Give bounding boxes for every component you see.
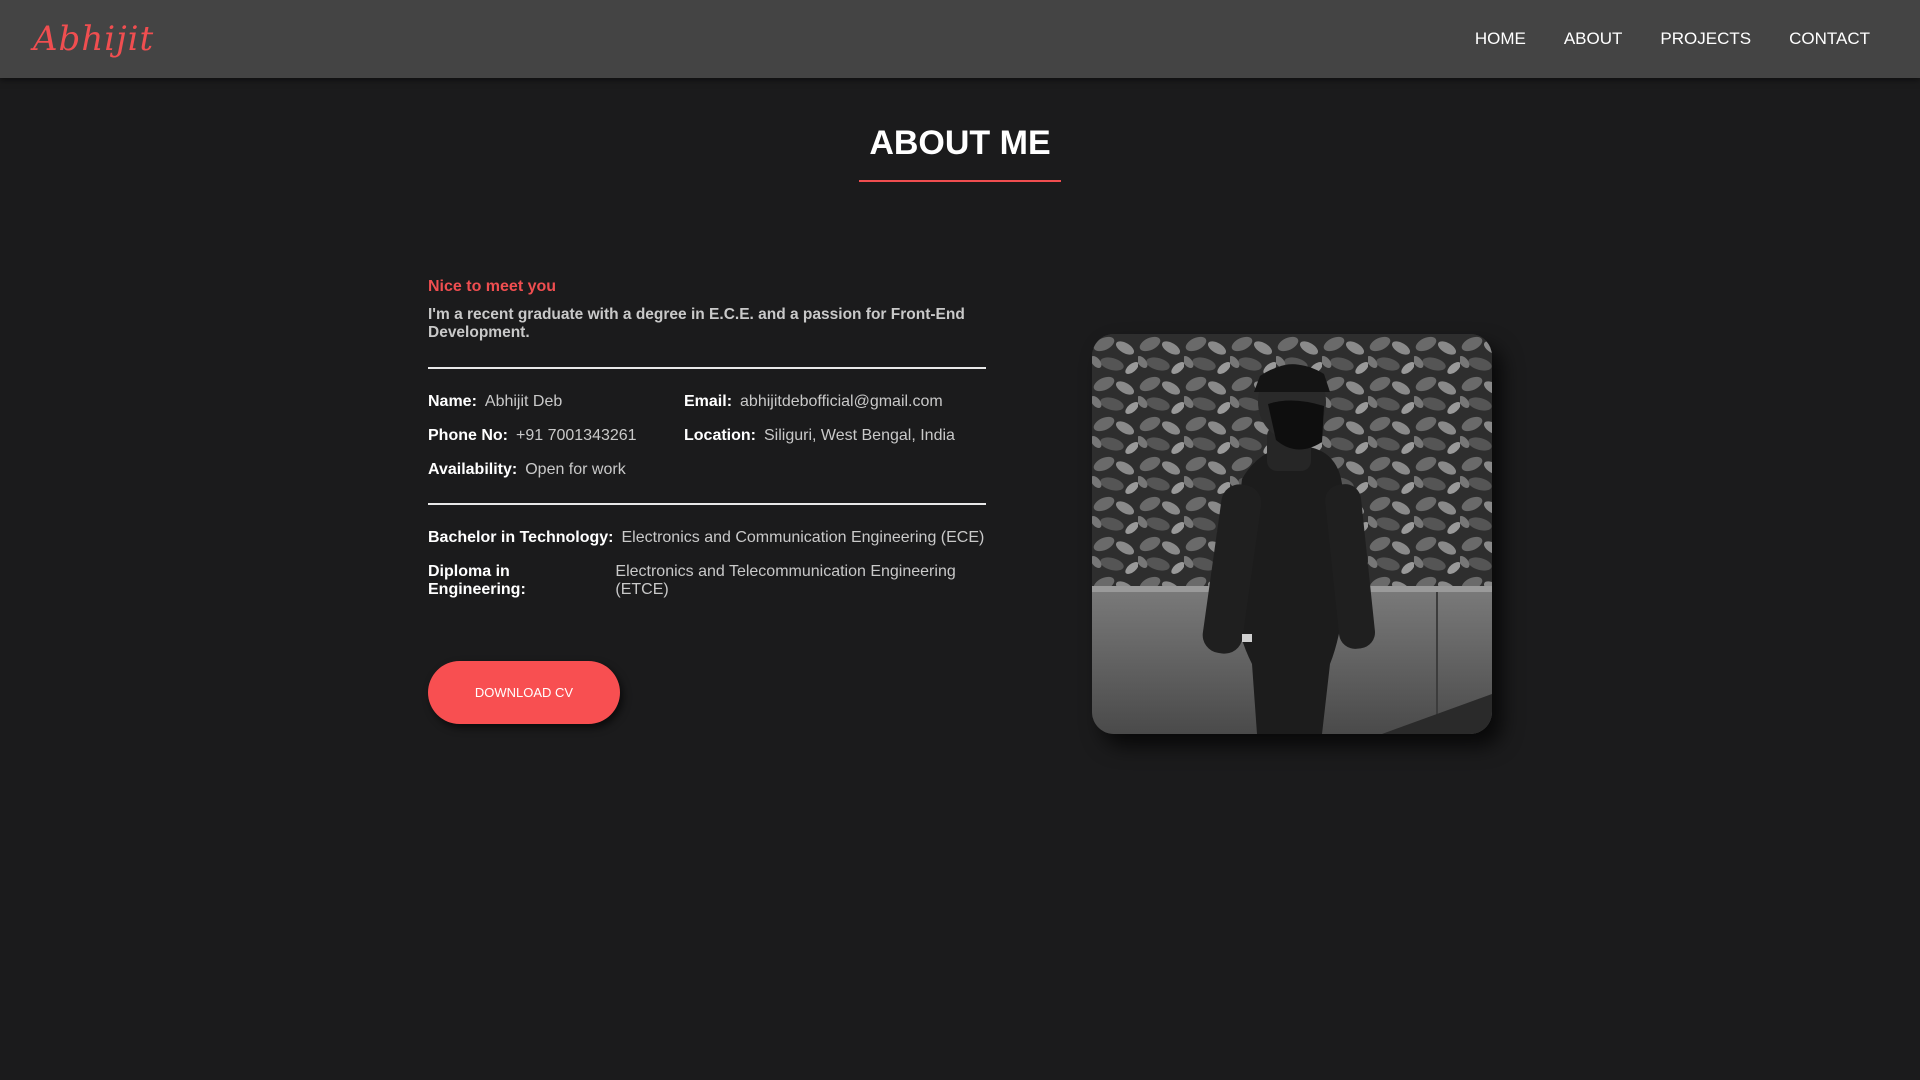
detail-phone: Phone No: +91 7001343261 — [428, 427, 684, 445]
detail-location: Location: Siliguri, West Bengal, India — [684, 427, 986, 445]
detail-label: Availability: — [428, 461, 518, 478]
detail-value: Siliguri, West Bengal, India — [764, 427, 955, 444]
nav-about-link[interactable]: ABOUT — [1564, 29, 1623, 48]
about-info: Nice to meet you I'm a recent graduate w… — [428, 278, 986, 615]
nav-menu: HOME ABOUT PROJECTS CONTACT — [1475, 29, 1870, 49]
nav-contact-link[interactable]: CONTACT — [1789, 29, 1870, 48]
detail-label: Location: — [684, 427, 756, 444]
logo[interactable]: Abhijit — [33, 19, 154, 59]
detail-value: Abhijit Deb — [484, 393, 563, 410]
education-label: Diploma in Engineering: — [428, 563, 526, 598]
education-label: Bachelor in Technology: — [428, 529, 614, 546]
detail-value: +91 7001343261 — [516, 427, 637, 444]
education-value: Electronics and Communication Engineerin… — [621, 529, 985, 546]
personal-details: Name: Abhijit Deb Email: abhijitdebofficia… — [428, 369, 986, 503]
download-cv-button[interactable]: DOWNLOAD CV — [428, 661, 620, 724]
detail-email: Email: abhijitdebofficial@gmail.com — [684, 393, 986, 411]
nav-projects-link[interactable]: PROJECTS — [1660, 29, 1751, 48]
section-title: ABOUT ME — [869, 124, 1051, 162]
profile-photo — [1092, 334, 1492, 734]
detail-label: Email: — [684, 393, 733, 410]
detail-value[interactable]: abhijitdebofficial@gmail.com — [740, 393, 943, 410]
detail-label: Name: — [428, 393, 477, 410]
detail-name: Name: Abhijit Deb — [428, 393, 684, 411]
detail-label: Phone No: — [428, 427, 508, 444]
nav-home-link[interactable]: HOME — [1475, 29, 1526, 48]
title-underline — [859, 180, 1061, 182]
intro-text: I'm a recent graduate with a degree in E… — [428, 306, 965, 341]
profile-photo-graphic — [1092, 334, 1492, 734]
education-value: Electronics and Telecommunication Engine… — [615, 563, 956, 598]
greeting: Nice to meet you — [428, 278, 557, 295]
navbar: Abhijit HOME ABOUT PROJECTS CONTACT — [0, 0, 1920, 78]
education-btech: Bachelor in Technology: Electronics and … — [428, 529, 986, 547]
education-diploma: Diploma in Engineering: Electronics and … — [428, 563, 986, 599]
detail-value: Open for work — [525, 461, 626, 478]
detail-availability: Availability: Open for work — [428, 461, 684, 479]
education: Bachelor in Technology: Electronics and … — [428, 505, 986, 599]
